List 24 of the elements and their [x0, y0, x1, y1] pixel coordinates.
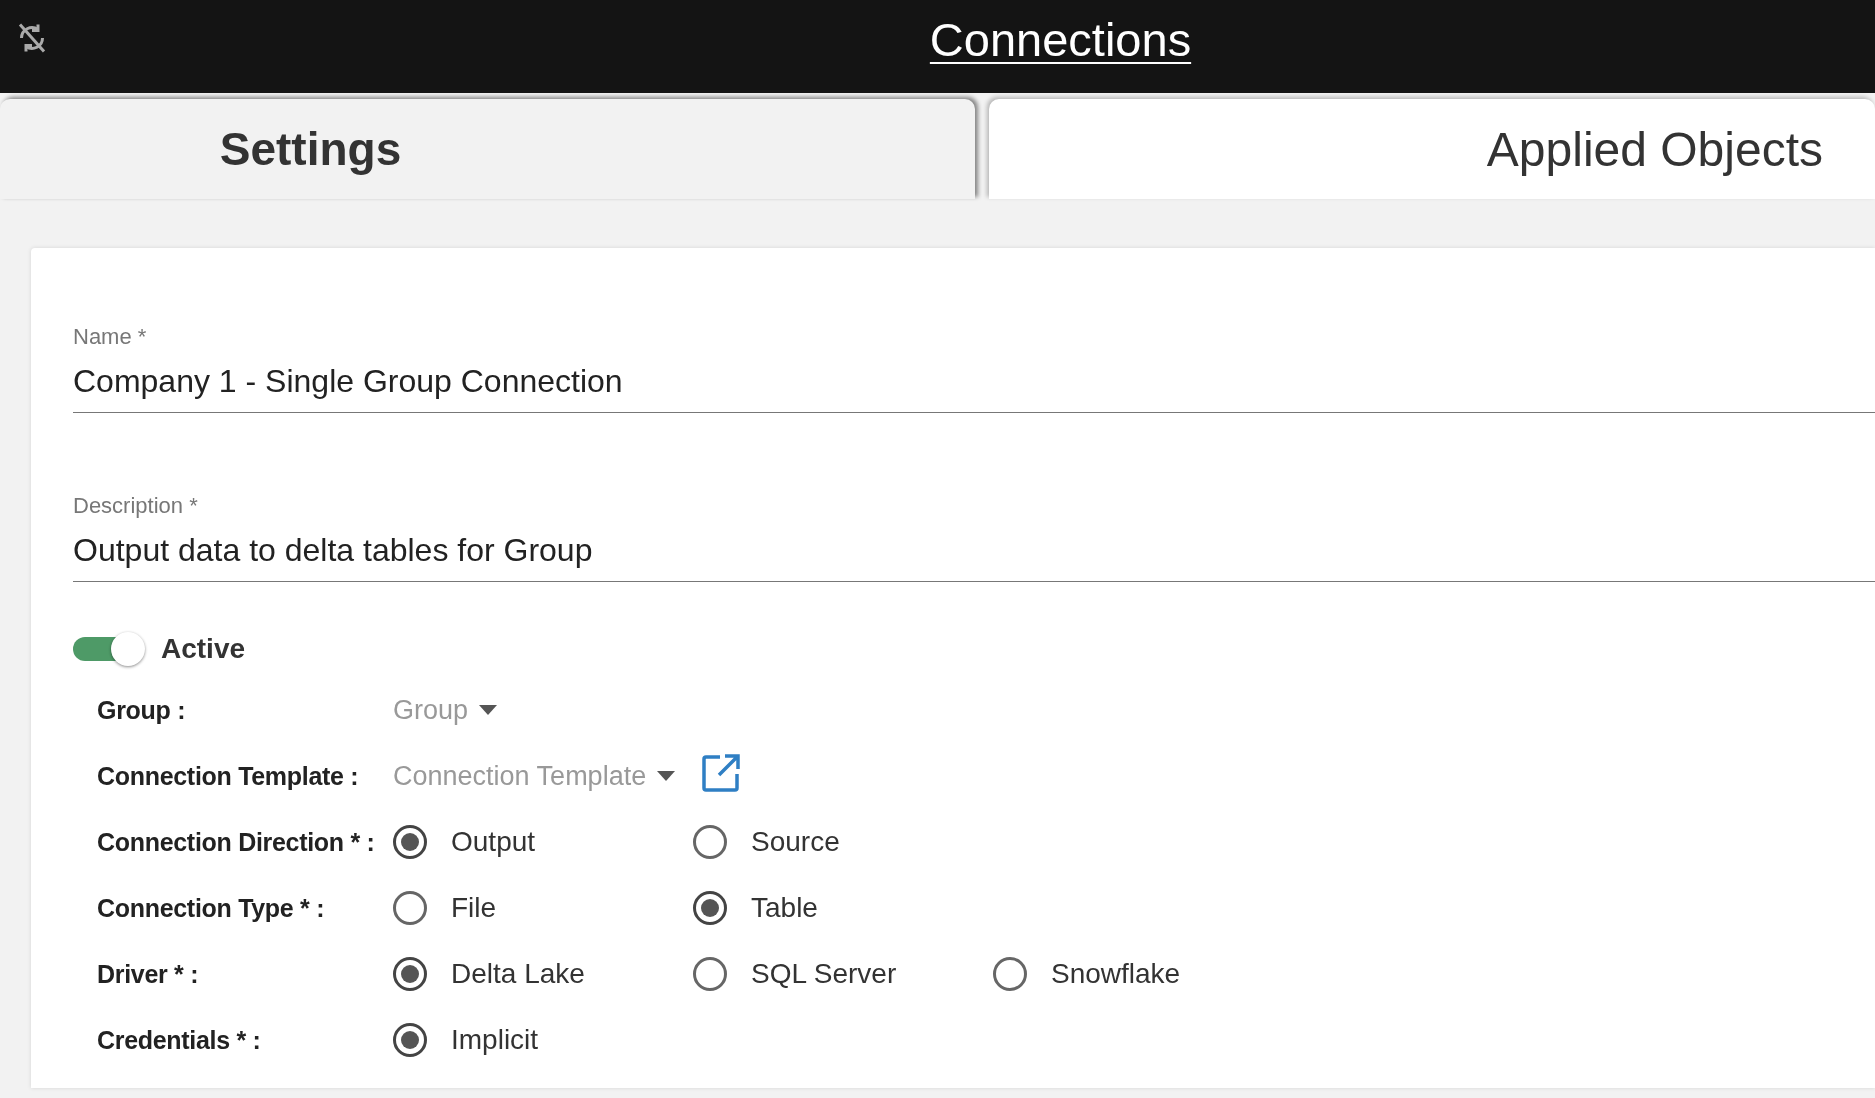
- radio-option[interactable]: File: [393, 891, 693, 925]
- tab[interactable]: Applied Objects: [989, 99, 1875, 199]
- radio-option[interactable]: Table: [693, 891, 993, 925]
- text-field[interactable]: Name * Company 1 - Single Group Connection: [73, 324, 1875, 413]
- tab[interactable]: Settings: [0, 99, 975, 199]
- radio-option[interactable]: Delta Lake: [393, 957, 693, 991]
- row-label: Connection Template :: [97, 761, 360, 791]
- field-input[interactable]: Output data to delta tables for Group: [73, 532, 1875, 569]
- field-label: Name *: [73, 324, 148, 350]
- page-title[interactable]: Connections: [929, 12, 1192, 67]
- row-label: Connection Direction * :: [97, 827, 376, 857]
- field-label: Description *: [73, 493, 199, 519]
- field-input[interactable]: Company 1 - Single Group Connection: [73, 363, 1875, 400]
- radio-option[interactable]: Snowflake: [993, 957, 1293, 991]
- row-label: Connection Type * :: [97, 893, 326, 923]
- radio-option[interactable]: SQL Server: [693, 957, 993, 991]
- text-field[interactable]: Description * Output data to delta tables for Group: [73, 493, 1875, 582]
- radio-option[interactable]: Output: [393, 825, 693, 859]
- toggle-label: Active: [161, 633, 246, 665]
- radio-option[interactable]: Source: [693, 825, 993, 859]
- row-label: Driver * :: [97, 959, 200, 989]
- row-label: Credentials * :: [97, 1025, 262, 1055]
- row-label: Group :: [97, 695, 187, 725]
- radio-option[interactable]: Implicit: [393, 1023, 693, 1057]
